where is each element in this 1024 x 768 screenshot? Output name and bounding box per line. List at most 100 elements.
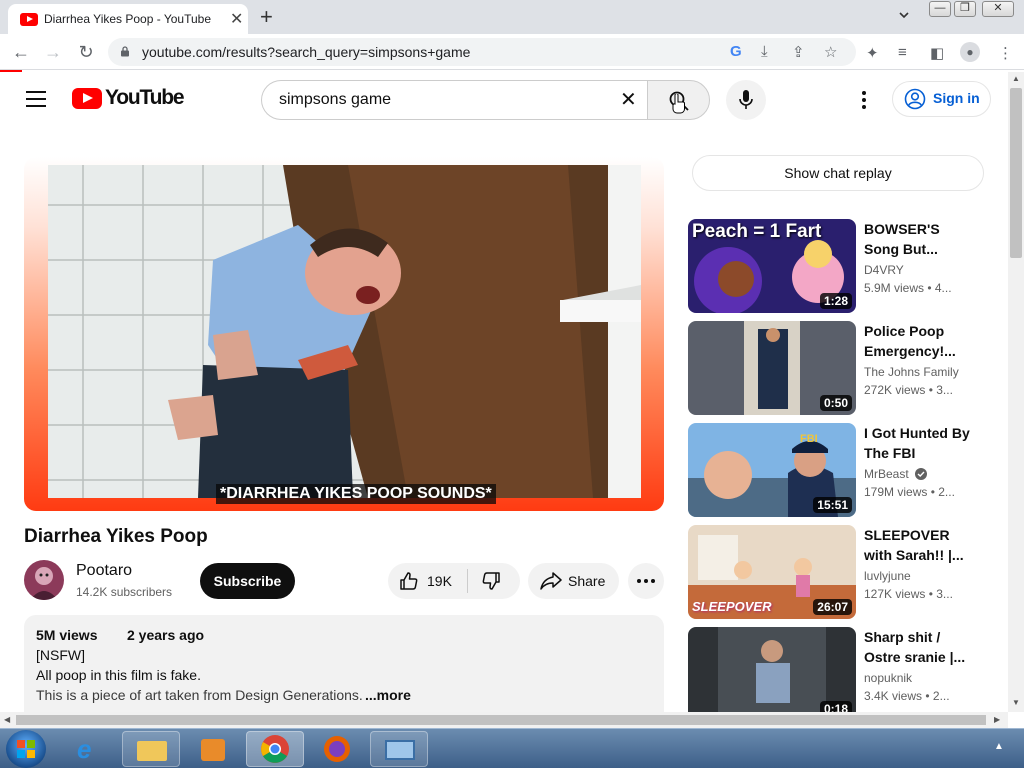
recommended-video[interactable]: Peach = 1 Fart 1:28 BOWSER'S Song But...… — [688, 219, 988, 313]
remote-desktop-taskbar-icon[interactable] — [370, 731, 428, 767]
back-button[interactable]: ← — [10, 41, 32, 63]
close-window-button[interactable]: ✕ — [982, 1, 1014, 17]
browser-toolbar: ← → ↻ youtube.com/results?search_query=s… — [0, 34, 1024, 70]
video-player[interactable] — [48, 165, 641, 498]
thumbnail-text: FBI — [800, 433, 818, 445]
install-app-icon[interactable]: ⤓ — [761, 43, 768, 60]
recommended-meta: 272K views • 3... — [864, 383, 953, 397]
recommended-channel[interactable]: luvlyjune — [864, 569, 911, 583]
side-panel-icon[interactable]: ◧ — [930, 44, 944, 62]
new-tab-button[interactable]: + — [260, 4, 273, 30]
forward-button[interactable]: → — [42, 41, 64, 63]
thumbnail-image — [688, 627, 856, 712]
google-lens-icon[interactable]: G — [730, 43, 742, 60]
tray-expand-icon[interactable]: ▲ — [994, 741, 1004, 752]
recommended-video[interactable]: 0:50 Police Poop Emergency!... The Johns… — [688, 321, 988, 415]
browser-tab[interactable]: Diarrhea Yikes Poop - YouTube ✕ — [8, 4, 248, 34]
video-duration: 0:18 — [819, 701, 852, 712]
description-line: All poop in this film is fake. — [36, 667, 201, 683]
recommended-channel[interactable]: MrBeast — [864, 467, 928, 481]
file-explorer-taskbar-icon[interactable] — [122, 731, 180, 767]
video-thumbnail[interactable]: 0:18 — [688, 627, 856, 712]
show-chat-replay-button[interactable]: Show chat replay — [692, 155, 984, 191]
share-page-icon[interactable]: ⇪ — [792, 43, 805, 61]
video-caption: *DIARRHEA YIKES POOP SOUNDS* — [216, 484, 496, 504]
recommended-channel[interactable]: D4VRY — [864, 263, 904, 277]
scroll-right-arrow-icon[interactable]: ▶ — [994, 715, 1000, 724]
like-button[interactable]: 19K — [388, 563, 467, 599]
firefox-logo-icon — [324, 736, 350, 762]
video-frame-image — [48, 165, 641, 498]
settings-kebab-icon[interactable] — [858, 89, 870, 111]
hamburger-menu-icon[interactable] — [26, 91, 46, 107]
sign-in-button[interactable]: Sign in — [892, 81, 991, 117]
video-thumbnail[interactable]: Peach = 1 Fart 1:28 — [688, 219, 856, 313]
recommended-title[interactable]: SLEEPOVER with Sarah!! |... — [864, 525, 976, 565]
youtube-header: YouTube simpsons game ✕ Sign in — [0, 72, 1008, 128]
recommended-meta: 3.4K views • 2... — [864, 689, 950, 703]
sign-in-label: Sign in — [933, 90, 980, 106]
tab-close-icon[interactable]: ✕ — [230, 9, 243, 29]
thumbs-up-icon — [400, 572, 418, 590]
horizontal-scroll-thumb[interactable] — [16, 715, 986, 725]
recommended-channel[interactable]: nopuknik — [864, 671, 912, 685]
minimize-button[interactable]: — — [929, 1, 951, 17]
horizontal-scrollbar[interactable]: ◀ ▶ — [0, 712, 1008, 728]
internet-explorer-taskbar-icon[interactable]: e — [62, 731, 120, 767]
restore-button[interactable]: ❐ — [954, 1, 976, 17]
share-button[interactable]: Share — [528, 563, 619, 599]
vertical-scroll-thumb[interactable] — [1010, 88, 1022, 258]
channel-name-link[interactable]: Pootaro — [76, 562, 132, 580]
channel-avatar[interactable] — [24, 560, 64, 600]
subscriber-count: 14.2K subscribers — [76, 585, 173, 599]
media-queue-icon[interactable]: ≡ — [898, 44, 907, 61]
recommended-title[interactable]: I Got Hunted By The FBI — [864, 423, 976, 463]
recommended-video[interactable]: FBI 15:51 I Got Hunted By The FBI MrBeas… — [688, 423, 988, 517]
address-bar[interactable]: youtube.com/results?search_query=simpson… — [108, 38, 856, 66]
extensions-puzzle-icon[interactable]: ✦ — [866, 44, 879, 62]
bookmark-star-icon[interactable]: ☆ — [824, 43, 837, 61]
video-duration: 15:51 — [813, 497, 852, 513]
more-actions-button[interactable] — [628, 563, 664, 599]
recommended-title[interactable]: Police Poop Emergency!... — [864, 321, 976, 361]
scroll-down-arrow-icon[interactable]: ▼ — [1012, 698, 1020, 707]
recommended-channel[interactable]: The Johns Family — [864, 365, 959, 379]
search-button[interactable] — [647, 80, 710, 120]
recommended-title[interactable]: Sharp shit / Ostre sranie |... — [864, 627, 976, 667]
video-duration: 26:07 — [813, 599, 852, 615]
windows-logo-icon — [17, 740, 35, 758]
dislike-button[interactable] — [468, 563, 520, 599]
vertical-scrollbar[interactable]: ▲ ▼ — [1008, 72, 1024, 712]
clear-search-icon[interactable]: ✕ — [620, 90, 637, 110]
description-box[interactable]: 5M views 2 years ago [NSFW] All poop in … — [24, 615, 664, 725]
scroll-left-arrow-icon[interactable]: ◀ — [4, 715, 10, 724]
account-circle-icon — [904, 88, 926, 110]
start-button[interactable] — [6, 730, 46, 768]
browser-menu-icon[interactable]: ⋮ — [998, 44, 1013, 62]
windows-taskbar: e ▲ — [0, 728, 1024, 768]
firefox-taskbar-icon[interactable] — [308, 731, 366, 767]
video-thumbnail[interactable]: FBI 15:51 — [688, 423, 856, 517]
scroll-up-arrow-icon[interactable]: ▲ — [1012, 74, 1020, 83]
recommended-meta: 179M views • 2... — [864, 485, 955, 499]
video-thumbnail[interactable]: SLEEPOVER 26:07 — [688, 525, 856, 619]
reload-button[interactable]: ↻ — [75, 41, 97, 63]
subscribe-button[interactable]: Subscribe — [200, 563, 295, 599]
tab-title: Diarrhea Yikes Poop - YouTube — [44, 12, 211, 26]
voice-search-button[interactable] — [726, 80, 766, 120]
tab-search-chevron-icon[interactable] — [898, 9, 910, 21]
youtube-play-logo-icon — [72, 88, 102, 109]
search-input[interactable]: simpsons game ✕ — [261, 80, 647, 120]
video-thumbnail[interactable]: 0:50 — [688, 321, 856, 415]
recommended-title[interactable]: BOWSER'S Song But... — [864, 219, 976, 259]
chrome-taskbar-icon[interactable] — [246, 731, 304, 767]
thumbnail-text: Peach = 1 Fart — [692, 221, 822, 242]
search-input-value: simpsons game — [279, 91, 392, 108]
recommended-video[interactable]: SLEEPOVER 26:07 SLEEPOVER with Sarah!! |… — [688, 525, 988, 619]
profile-avatar-icon[interactable]: ● — [960, 42, 980, 62]
media-player-taskbar-icon[interactable] — [184, 731, 242, 767]
show-more-link[interactable]: ...more — [365, 687, 411, 703]
chrome-logo-icon — [261, 735, 289, 763]
recommended-video[interactable]: 0:18 Sharp shit / Ostre sranie |... nopu… — [688, 627, 988, 712]
description-line: [NSFW] — [36, 647, 85, 663]
